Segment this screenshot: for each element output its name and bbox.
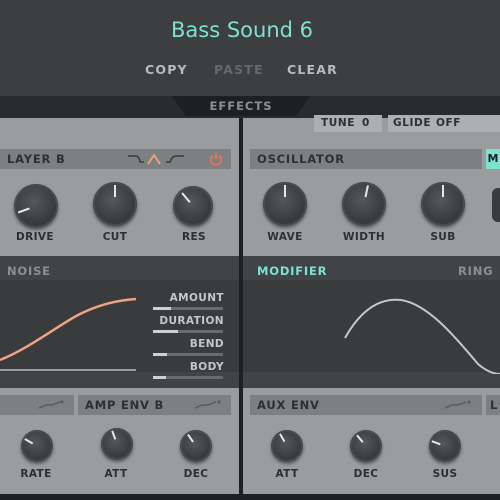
- noise-envelope-curve[interactable]: [0, 284, 150, 372]
- amp-dec-label: DEC: [183, 468, 209, 480]
- bottom-edge: [0, 494, 500, 500]
- tune-control[interactable]: TUNE 0: [314, 115, 382, 132]
- amount-slider[interactable]: [153, 307, 223, 310]
- clear-button[interactable]: CLEAR: [287, 62, 338, 77]
- sub-label: SUB: [430, 231, 456, 243]
- lfo-header: [0, 395, 74, 415]
- noise-title: NOISE: [7, 264, 51, 278]
- drive-knob[interactable]: [14, 184, 58, 228]
- copy-button[interactable]: COPY: [145, 62, 188, 77]
- amp-dec-knob[interactable]: [180, 430, 212, 462]
- preset-name[interactable]: Bass Sound 6: [0, 18, 484, 42]
- ring-label[interactable]: RING: [458, 264, 493, 278]
- modifier-waveform[interactable]: [243, 284, 500, 374]
- amount-label: AMOUNT: [169, 292, 224, 304]
- amp-env-b-header: AMP ENV B: [78, 395, 231, 415]
- rate-knob[interactable]: [21, 430, 53, 462]
- aux-env-title: AUX ENV: [257, 398, 320, 412]
- amp-env-b-title: AMP ENV B: [85, 398, 165, 412]
- drive-label: DRIVE: [15, 231, 54, 243]
- mono-toggle[interactable]: M: [486, 149, 500, 169]
- power-icon[interactable]: [209, 152, 223, 166]
- tune-value: 0: [362, 117, 370, 129]
- modifier-title: MODIFIER: [257, 264, 328, 278]
- amp-att-label: ATT: [104, 468, 128, 480]
- paste-button[interactable]: PASTE: [214, 62, 264, 77]
- width-knob[interactable]: [342, 182, 386, 226]
- duration-slider[interactable]: [153, 330, 223, 333]
- glide-label: GLIDE: [393, 117, 432, 129]
- oscillator-title: OSCILLATOR: [257, 152, 345, 166]
- next-section-letter: L: [490, 398, 499, 412]
- extra-knob-partial[interactable]: [492, 188, 500, 222]
- bend-slider[interactable]: [153, 353, 223, 356]
- layer-b-header: LAYER B: [0, 149, 231, 169]
- oscillator-header: OSCILLATOR: [250, 149, 482, 169]
- preset-header: [0, 0, 500, 96]
- wave-knob[interactable]: [263, 182, 307, 226]
- res-knob[interactable]: [173, 186, 213, 226]
- body-slider[interactable]: [153, 376, 223, 379]
- envelope-link-icon[interactable]: [444, 400, 474, 410]
- layer-b-title: LAYER B: [7, 152, 66, 166]
- aux-att-knob[interactable]: [271, 430, 303, 462]
- filter-shape-icons[interactable]: [126, 152, 188, 166]
- envelope-link-icon[interactable]: [194, 400, 224, 410]
- duration-label: DURATION: [159, 315, 224, 327]
- bend-label: BEND: [189, 338, 224, 350]
- aux-sus-label: SUS: [432, 468, 458, 480]
- wave-label: WAVE: [267, 231, 303, 243]
- cut-label: CUT: [102, 231, 128, 243]
- aux-dec-label: DEC: [353, 468, 379, 480]
- sub-knob[interactable]: [421, 182, 465, 226]
- aux-env-header: AUX ENV: [250, 395, 482, 415]
- cut-knob[interactable]: [93, 182, 137, 226]
- width-label: WIDTH: [342, 231, 386, 243]
- glide-value: OFF: [436, 117, 462, 129]
- body-label: BODY: [189, 361, 224, 373]
- res-label: RES: [181, 231, 207, 243]
- amp-att-knob[interactable]: [101, 428, 133, 460]
- next-section-header: L: [486, 395, 500, 415]
- rate-label: RATE: [20, 468, 52, 480]
- aux-att-label: ATT: [275, 468, 299, 480]
- envelope-link-icon[interactable]: [38, 400, 66, 410]
- glide-control[interactable]: GLIDE OFF: [388, 115, 500, 132]
- effects-tab-label: EFFECTS: [209, 99, 273, 113]
- aux-dec-knob[interactable]: [350, 430, 382, 462]
- aux-sus-knob[interactable]: [429, 430, 461, 462]
- tune-label: TUNE: [321, 117, 356, 129]
